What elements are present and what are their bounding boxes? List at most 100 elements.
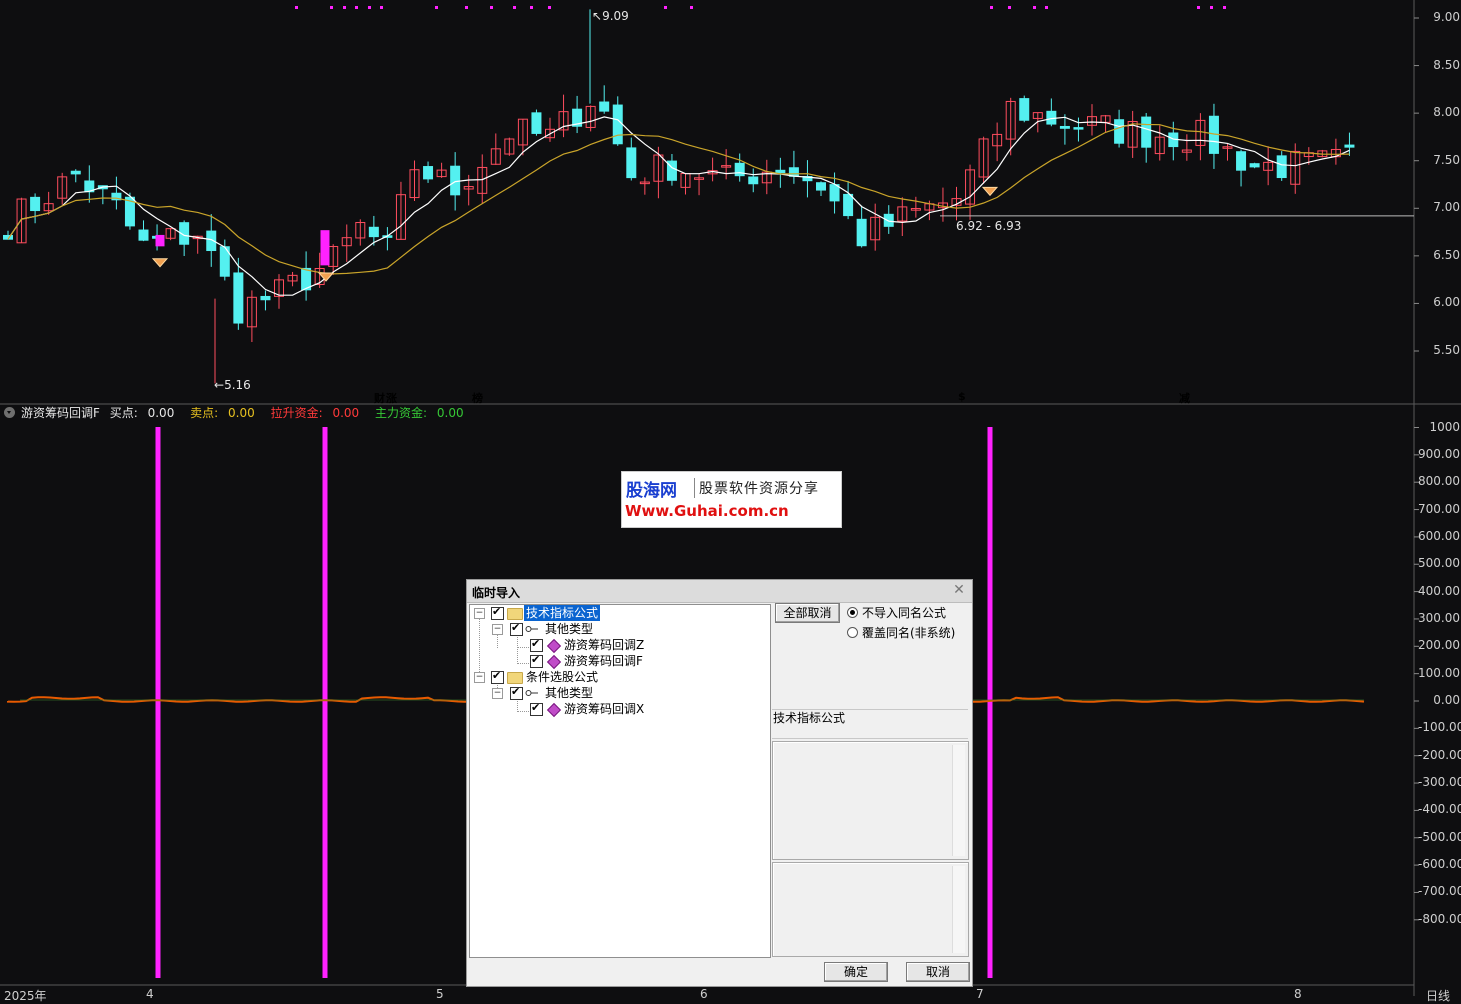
radio-skip-duplicates[interactable]: 不导入同名公式 xyxy=(845,604,970,620)
indicator-tick-label: -100.00 xyxy=(1418,720,1461,735)
watermark-logo: 股海网 股票软件资源分享 Www.Guhai.com.cn xyxy=(621,471,842,528)
collapse-toggle[interactable]: − xyxy=(474,608,485,619)
signal-dot xyxy=(490,6,493,9)
collapse-toggle[interactable]: − xyxy=(474,672,485,683)
radio-button[interactable] xyxy=(847,607,858,618)
tree-checkbox[interactable] xyxy=(491,605,504,620)
tree-checkbox[interactable] xyxy=(510,685,523,700)
price-tick-label: 7.00 xyxy=(1433,200,1460,215)
indicator-tick-label: -200.00 xyxy=(1418,747,1461,762)
signal-dot xyxy=(435,6,438,9)
candle-body xyxy=(612,104,623,145)
tree-node-other-type-2[interactable]: − 其他类型 xyxy=(470,685,768,701)
candle-body xyxy=(883,213,894,227)
description-panel[interactable] xyxy=(772,741,969,860)
dialog-titlebar[interactable]: 临时导入 ✕ xyxy=(467,580,972,603)
range-annotation: 6.92 - 6.93 xyxy=(956,219,1022,233)
indicator-header: 游资筹码回调F 买点: 0.00 卖点: 0.00 拉升资金: 0.00 主力资… xyxy=(0,404,1414,422)
price-tick-label: 5.50 xyxy=(1433,343,1460,357)
tree-node-tech-indicator[interactable]: − 技术指标公式 xyxy=(470,605,768,621)
scrollbar[interactable] xyxy=(952,745,965,856)
cancel-button[interactable]: 取消 xyxy=(906,962,970,982)
radio-button[interactable] xyxy=(847,627,858,638)
signal-candle xyxy=(320,230,330,266)
radio-label: 不导入同名公式 xyxy=(862,606,947,620)
candle-body xyxy=(856,218,867,247)
tree-checkbox[interactable] xyxy=(530,653,543,668)
indicator-tick-label: 500.00 xyxy=(1418,556,1460,571)
candle-body xyxy=(1073,127,1084,130)
tree-node-other-type[interactable]: − 其他类型 xyxy=(470,621,768,637)
candle-body xyxy=(775,169,786,174)
signal-dot xyxy=(1223,6,1226,9)
indicator-tick-label: -800.00 xyxy=(1418,911,1461,926)
collapse-icon[interactable] xyxy=(4,407,15,418)
tree-node-formula-z[interactable]: 游资筹码回调Z xyxy=(470,637,768,654)
signal-dot xyxy=(1197,6,1200,9)
signal-dot xyxy=(1033,6,1036,9)
dialog-title: 临时导入 xyxy=(472,586,521,600)
price-tick-label: 8.00 xyxy=(1433,105,1460,120)
tree-node-label: 其他类型 xyxy=(545,686,594,700)
candle-body xyxy=(1019,98,1030,121)
candle-body xyxy=(368,226,379,238)
candle-body xyxy=(1249,163,1260,168)
candle-body xyxy=(1046,110,1057,125)
parameter-panel[interactable] xyxy=(772,862,969,957)
formula-icon xyxy=(546,654,562,670)
scrollbar[interactable] xyxy=(952,866,965,953)
candle-body xyxy=(843,193,854,217)
candle-body xyxy=(599,101,610,112)
date-label-jul: 7 xyxy=(976,987,984,1001)
tree-node-stock-screening[interactable]: − 条件选股公式 xyxy=(470,669,768,685)
buy-point-value: 买点: 0.00 xyxy=(109,406,175,420)
diamond-marker xyxy=(151,258,169,268)
candle-body xyxy=(1344,144,1355,148)
folder-icon xyxy=(507,608,523,620)
formula-tree[interactable]: − 技术指标公式 − 其他类型 游资筹码回调Z 游 xyxy=(469,604,771,958)
candle-body xyxy=(816,182,826,191)
sell-point-value: 卖点: 0.00 xyxy=(190,406,255,420)
stock-chart-window: 9.00 8.50 8.00 7.50 7.00 6.50 6.00 5.50 ↖9.09 ←… xyxy=(0,0,1461,1003)
indicator-name[interactable]: 游资筹码回调F xyxy=(21,406,100,420)
signal-dot xyxy=(295,6,298,9)
ok-button[interactable]: 确定 xyxy=(824,962,888,982)
signal-dot xyxy=(513,6,516,9)
event-tag-dollar[interactable]: $ xyxy=(958,390,966,403)
watermark-url: Www.Guhai.com.cn xyxy=(625,502,789,520)
tree-node-label: 游资筹码回调X xyxy=(564,702,645,716)
candle-body xyxy=(1276,155,1287,179)
price-tick-label: 6.50 xyxy=(1433,247,1460,262)
indicator-tick-label: -400.00 xyxy=(1418,802,1461,817)
tree-checkbox[interactable] xyxy=(530,637,543,652)
price-tick-label: 6.00 xyxy=(1433,295,1460,310)
radio-label: 覆盖同名(非系统) xyxy=(862,626,956,640)
tree-node-formula-f[interactable]: 游资筹码回调F xyxy=(470,653,768,670)
watermark-brand: 股海网 xyxy=(626,481,677,501)
formula-icon xyxy=(546,702,562,718)
date-label-apr: 4 xyxy=(146,987,154,1001)
indicator-tick-label: 900.00 xyxy=(1418,446,1460,461)
tree-checkbox[interactable] xyxy=(491,669,504,684)
signal-dot xyxy=(355,6,358,9)
close-icon[interactable]: ✕ xyxy=(952,583,966,597)
key-type-icon xyxy=(525,626,538,632)
price-tick-label: 8.50 xyxy=(1433,57,1460,72)
candle-body xyxy=(423,166,434,180)
tree-node-formula-x[interactable]: 游资筹码回调X xyxy=(470,701,768,718)
indicator-tick-label: -500.00 xyxy=(1418,829,1461,844)
annotation-arrow-icon: ← xyxy=(214,378,225,392)
collapse-toggle[interactable]: − xyxy=(492,688,503,699)
indicator-tick-label: 200.00 xyxy=(1418,638,1460,653)
radio-overwrite[interactable]: 覆盖同名(非系统) xyxy=(845,624,970,640)
candle-body xyxy=(1141,116,1152,148)
tree-checkbox[interactable] xyxy=(510,621,523,636)
candle-body xyxy=(450,165,461,196)
candle-body xyxy=(260,295,271,301)
cancel-all-button[interactable]: 全部取消 xyxy=(775,603,840,623)
signal-dot xyxy=(1210,6,1213,9)
tree-checkbox[interactable] xyxy=(530,701,543,716)
high-price-annotation: ↖9.09 xyxy=(592,9,629,23)
indicator-tick-label: 1000 xyxy=(1429,419,1460,434)
collapse-toggle[interactable]: − xyxy=(492,624,503,635)
